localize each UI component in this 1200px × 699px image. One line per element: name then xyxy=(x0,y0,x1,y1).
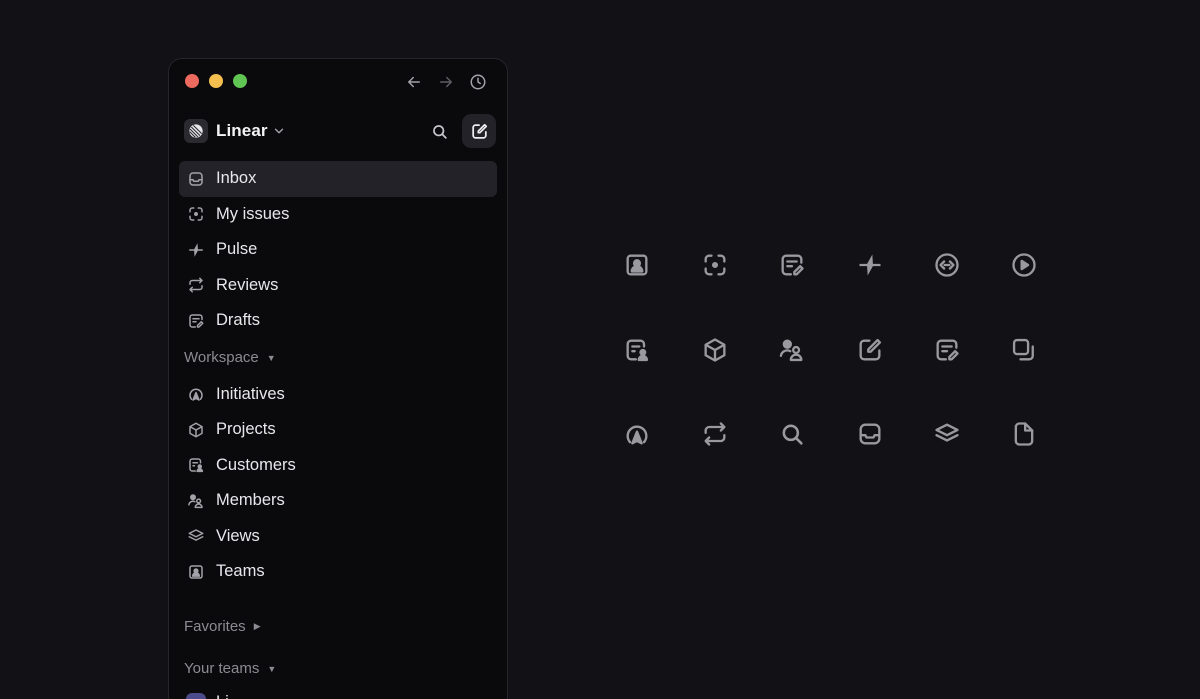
drafts-icon xyxy=(781,254,804,276)
members-icon xyxy=(779,339,803,362)
grid-inbox xyxy=(855,419,885,449)
grid-drafts-2 xyxy=(932,335,962,365)
grid-document xyxy=(1009,419,1039,449)
grid-compose xyxy=(855,335,885,365)
grid-search xyxy=(777,419,807,449)
grid-cube xyxy=(700,335,730,365)
search-icon xyxy=(782,424,803,445)
customers-icon xyxy=(626,339,649,362)
grid-drafts xyxy=(777,250,807,280)
grid-members xyxy=(777,335,807,365)
grid-play xyxy=(1009,250,1039,280)
grid-customers xyxy=(622,335,652,365)
grid-focus xyxy=(700,250,730,280)
initiatives-icon xyxy=(626,425,648,445)
document-icon xyxy=(1014,422,1034,446)
teams-icon xyxy=(626,254,648,276)
drafts-icon xyxy=(936,339,959,361)
play-icon xyxy=(1012,253,1036,277)
icon-grid xyxy=(0,0,1200,699)
layers-icon xyxy=(935,423,959,442)
grid-pulse xyxy=(855,250,885,280)
grid-teams xyxy=(622,250,652,280)
pulse-icon xyxy=(859,254,881,276)
grid-layers xyxy=(932,419,962,449)
code-icon xyxy=(935,253,959,277)
cube-icon xyxy=(704,338,726,362)
inbox-icon xyxy=(859,423,881,445)
grid-code xyxy=(932,250,962,280)
compose-icon xyxy=(859,338,882,361)
repeat-icon xyxy=(704,422,726,446)
grid-repeat xyxy=(700,419,730,449)
duplicate-icon xyxy=(1012,338,1034,361)
grid-initiatives xyxy=(622,419,652,449)
canvas: Linear Inbox My issues Pulse Reviews Dra… xyxy=(0,0,1200,699)
grid-duplicate xyxy=(1009,335,1039,365)
focus-icon xyxy=(704,254,726,276)
